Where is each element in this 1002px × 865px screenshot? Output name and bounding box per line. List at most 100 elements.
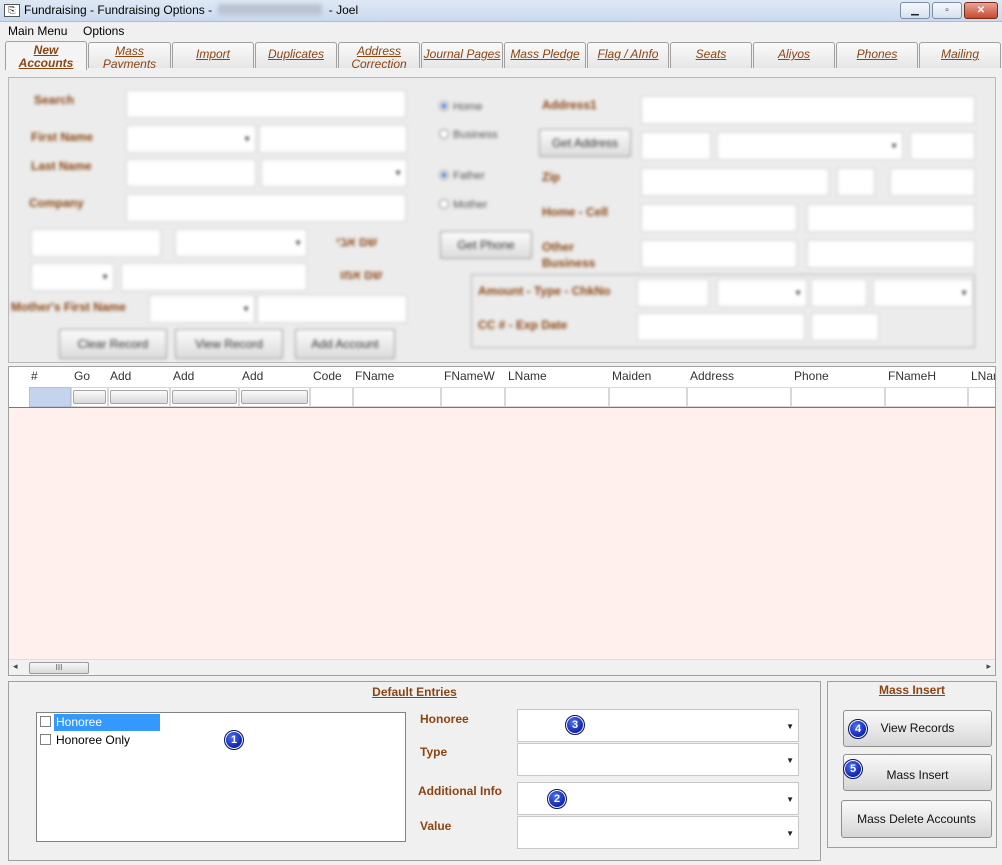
list-item[interactable]: Honoree: [40, 714, 160, 731]
form-content: Search First Name ▼ Last Name ▼ Company …: [9, 78, 995, 362]
list-item[interactable]: Honoree Only: [40, 732, 132, 749]
grid-cell-fnamew[interactable]: [441, 387, 505, 407]
title-select[interactable]: ▼: [126, 125, 256, 153]
amount-input[interactable]: [637, 279, 709, 307]
honoree-combo[interactable]: ▼: [517, 709, 799, 742]
grid-cell-maiden[interactable]: [609, 387, 687, 407]
suffix-select[interactable]: ▼: [261, 159, 407, 187]
cc-number-input[interactable]: [637, 313, 805, 341]
horizontal-scrollbar[interactable]: ◂ III ▸: [9, 659, 995, 675]
marker-2: 2: [547, 789, 567, 809]
tab-label: Mailing: [940, 47, 979, 61]
app-window-icon[interactable]: ⎘: [4, 4, 20, 17]
hebrew-first-name-input[interactable]: [31, 229, 161, 257]
grid-add-button[interactable]: [108, 387, 170, 407]
radio-business[interactable]: Business: [439, 129, 498, 141]
first-name-input[interactable]: [259, 125, 407, 153]
address-input[interactable]: [641, 96, 975, 124]
state-input[interactable]: [910, 132, 975, 160]
clear-record-button[interactable]: Clear Record: [59, 329, 167, 359]
company-input[interactable]: [126, 194, 406, 222]
zip-input[interactable]: [641, 168, 829, 196]
checkbox[interactable]: [40, 734, 51, 745]
entries-checklist[interactable]: Honoree Honoree Only: [36, 712, 406, 842]
grid-header: Go: [74, 369, 91, 383]
maximize-button[interactable]: ▫: [932, 2, 962, 19]
mass-delete-accounts-button[interactable]: Mass Delete Accounts: [841, 800, 992, 838]
mass-insert-button[interactable]: Mass Insert: [843, 754, 992, 791]
marker-4: 4: [848, 719, 868, 739]
tab-mass-payments[interactable]: Mass Payments: [88, 42, 171, 68]
business-phone-input[interactable]: [807, 240, 975, 268]
type-combo[interactable]: ▼: [517, 743, 799, 776]
checkbox[interactable]: [40, 716, 51, 727]
check-number-input[interactable]: [811, 279, 867, 307]
minimize-button[interactable]: ▁: [900, 2, 930, 19]
scroll-left-icon[interactable]: ◂: [13, 661, 18, 672]
home-phone-input[interactable]: [641, 204, 797, 232]
mothers-first-name-input[interactable]: [257, 295, 407, 323]
zip4-input[interactable]: [837, 168, 875, 196]
tab-phones[interactable]: Phones: [836, 42, 918, 68]
get-phone-button[interactable]: Get Phone: [440, 231, 532, 259]
grid-cell-lname[interactable]: [505, 387, 609, 407]
first-name-label: First Name: [31, 130, 94, 144]
new-account-form: Search First Name ▼ Last Name ▼ Company …: [8, 77, 996, 363]
grid-cell-code[interactable]: [310, 387, 353, 407]
exp-date-input[interactable]: [811, 313, 879, 341]
grid-button-face: [110, 390, 168, 404]
city-select[interactable]: ▼: [717, 132, 903, 160]
radio-father[interactable]: Father: [439, 170, 485, 182]
tab-flag-ainfo[interactable]: Flag / AInfo: [587, 42, 669, 68]
tab-seats[interactable]: Seats: [670, 42, 752, 68]
tab-mass-pledge[interactable]: Mass Pledge: [504, 42, 586, 68]
chevron-down-icon: ▼: [242, 304, 250, 314]
radio-home[interactable]: Home: [439, 101, 482, 113]
radio-mother[interactable]: Mother: [439, 199, 487, 211]
payment-type-select[interactable]: ▼: [717, 279, 807, 307]
grid-header: Code: [313, 369, 342, 383]
tab-duplicates[interactable]: Duplicates: [255, 42, 337, 68]
grid-cell-lname2[interactable]: [968, 387, 995, 407]
scroll-thumb[interactable]: III: [29, 662, 89, 674]
menu-options[interactable]: Options: [83, 24, 124, 38]
country-input[interactable]: [890, 168, 975, 196]
search-input[interactable]: [126, 90, 406, 118]
cell-phone-input[interactable]: [807, 204, 975, 232]
value-combo[interactable]: ▼: [517, 816, 799, 849]
tab-mailing[interactable]: Mailing: [919, 42, 1001, 68]
grid-cell-row-selector[interactable]: [29, 387, 71, 407]
tab-label: Flag / AInfo: [597, 47, 659, 61]
add-account-button[interactable]: Add Account: [295, 329, 395, 359]
radio-icon: [439, 129, 449, 139]
tab-journal-pages[interactable]: Journal Pages: [421, 42, 503, 68]
hebrew-title-select[interactable]: ▼: [175, 229, 307, 257]
scroll-right-icon[interactable]: ▸: [986, 661, 991, 672]
account-select[interactable]: ▼: [873, 279, 973, 307]
close-button[interactable]: ✕: [964, 2, 998, 19]
chevron-down-icon: ▼: [786, 829, 794, 838]
other-phone-input[interactable]: [641, 240, 797, 268]
tab-address-correction[interactable]: Address Correction: [338, 42, 420, 68]
grid-add-button[interactable]: [239, 387, 310, 407]
address2-input[interactable]: [641, 132, 711, 160]
hebrew-mother-input[interactable]: [121, 263, 307, 291]
grid-cell-fname[interactable]: [353, 387, 441, 407]
grid-cell-address[interactable]: [687, 387, 791, 407]
mass-insert-title: Mass Insert: [878, 683, 946, 697]
tab-new-accounts[interactable]: New Accounts: [5, 41, 87, 70]
tab-aliyos[interactable]: Aliyos: [753, 42, 835, 68]
grid-cell-fnameh[interactable]: [885, 387, 968, 407]
mothers-first-name-select[interactable]: ▼: [149, 295, 255, 323]
view-record-button[interactable]: View Record: [175, 329, 283, 359]
grid-cell-phone[interactable]: [791, 387, 885, 407]
hebrew-prefix-select[interactable]: ▼: [31, 263, 114, 291]
tab-import[interactable]: Import: [172, 42, 254, 68]
last-name-input[interactable]: [126, 159, 256, 187]
grid-add-button[interactable]: [170, 387, 239, 407]
last-name-label: Last Name: [31, 159, 92, 173]
grid-go-button[interactable]: [71, 387, 108, 407]
get-address-button[interactable]: Get Address: [539, 129, 631, 157]
menu-main[interactable]: Main Menu: [8, 24, 67, 38]
grid-body[interactable]: [9, 407, 995, 659]
